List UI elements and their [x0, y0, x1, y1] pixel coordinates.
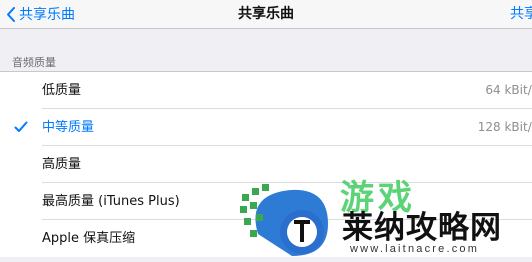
option-label: 最高质量 (iTunes Plus): [42, 194, 180, 209]
back-button-label: 共享乐曲: [19, 7, 75, 23]
chevron-left-icon: [7, 6, 15, 22]
back-button[interactable]: 共享乐曲: [6, 0, 75, 28]
option-highest-quality[interactable]: 最高质量 (iTunes Plus): [0, 183, 532, 220]
option-label: Apple 保真压缩: [42, 231, 136, 246]
section-header-audio-quality: 音频质量: [12, 56, 56, 69]
option-apple-lossless[interactable]: Apple 保真压缩: [0, 220, 532, 257]
option-label: 低质量: [42, 83, 82, 98]
option-bitrate: 128 kBit/s: [477, 120, 532, 134]
option-medium-quality[interactable]: 中等质量 128 kBit/s: [0, 109, 532, 146]
option-bitrate: 64 kBit/s: [485, 83, 532, 97]
option-low-quality[interactable]: 低质量 64 kBit/s: [0, 72, 532, 109]
page-title: 共享乐曲: [238, 6, 294, 22]
option-label: 高质量: [42, 157, 82, 172]
option-high-quality[interactable]: 高质量: [0, 146, 532, 183]
checkmark-icon: [14, 121, 28, 132]
navigation-bar: 共享乐曲 共享乐曲 共享: [0, 0, 532, 29]
audio-quality-list: 低质量 64 kBit/s 中等质量 128 kBit/s 高质量 最高质量 (…: [0, 71, 532, 257]
share-button[interactable]: 共享: [510, 0, 532, 28]
option-label: 中等质量: [42, 120, 95, 135]
